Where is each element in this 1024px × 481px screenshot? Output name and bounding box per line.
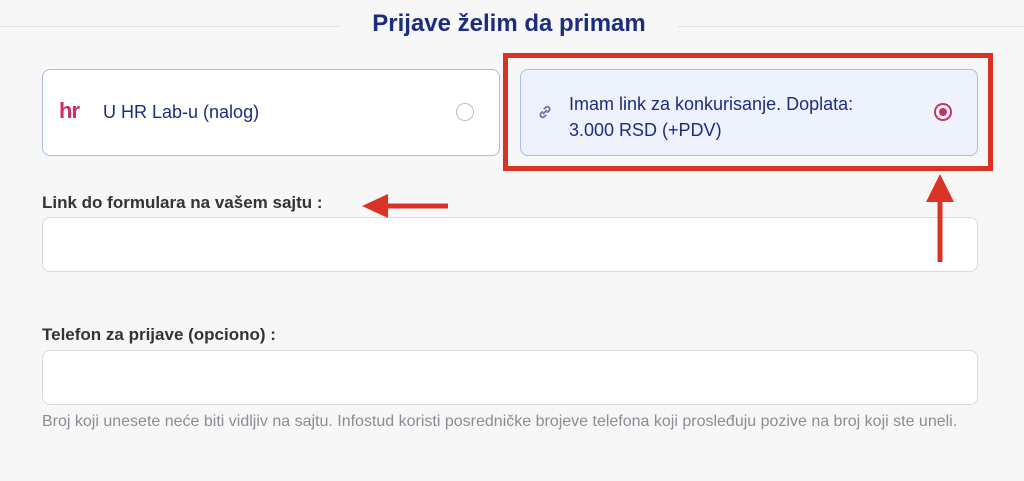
phone-help-text: Broj koji unesete neće biti vidljiv na s…	[42, 413, 958, 430]
phone-field-label: Telefon za prijave (opciono) :	[42, 325, 276, 344]
application-link-input[interactable]	[42, 217, 978, 272]
radio-application-link[interactable]	[934, 103, 952, 121]
section-title: Prijave želim da primam	[372, 10, 646, 37]
link-icon	[539, 105, 551, 119]
divider-left	[0, 26, 340, 27]
option-hr-lab-label: U HR Lab-u (nalog)	[103, 102, 260, 122]
option-application-link[interactable]: Imam link za konkurisanje. Doplata: 3.00…	[520, 69, 978, 156]
job-application-form: Prijave želim da primam hr U HR Lab-u (n…	[0, 0, 1024, 481]
radio-hr-lab[interactable]	[456, 103, 474, 121]
option-application-link-label: Imam link za konkurisanje. Doplata: 3.00…	[569, 94, 854, 140]
option-hr-lab-account[interactable]: hr U HR Lab-u (nalog)	[42, 69, 500, 156]
link-field-label: Link do formulara na vašem sajtu :	[42, 193, 323, 212]
section-header: Prijave želim da primam	[0, 0, 1024, 52]
hr-lab-logo-icon: hr	[59, 98, 80, 123]
divider-right	[678, 26, 1024, 27]
phone-input[interactable]	[42, 350, 978, 405]
